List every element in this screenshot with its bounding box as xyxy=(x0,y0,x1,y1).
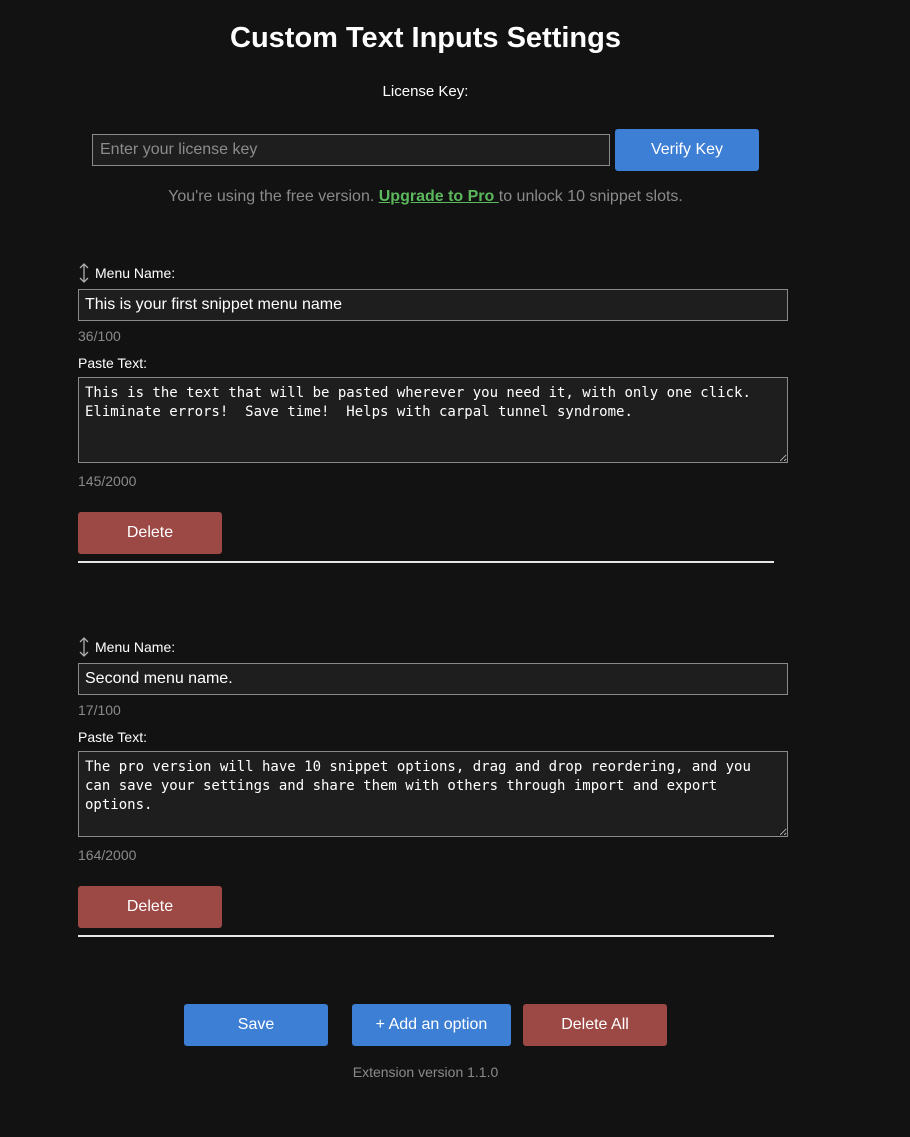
notice-text-after: to unlock 10 snippet slots. xyxy=(498,188,683,205)
delete-snippet-button[interactable]: Delete xyxy=(78,512,222,554)
paste-text-char-count: 164/2000 xyxy=(78,847,137,863)
extension-version: Extension version 1.1.0 xyxy=(352,1064,499,1080)
paste-text-label: Paste Text: xyxy=(78,355,148,371)
delete-snippet-button[interactable]: Delete xyxy=(78,886,222,928)
page-title: Custom Text Inputs Settings xyxy=(230,22,621,54)
menu-name-row: Menu Name: xyxy=(78,636,175,658)
save-button[interactable]: Save xyxy=(184,1004,328,1046)
snippet-item: Menu Name: 17/100 Paste Text: The pro ve… xyxy=(78,636,788,937)
snippet-item: Menu Name: 36/100 Paste Text: This is th… xyxy=(78,262,788,563)
paste-text-label: Paste Text: xyxy=(78,729,148,745)
menu-name-input[interactable] xyxy=(78,289,788,321)
paste-text-textarea[interactable]: The pro version will have 10 snippet opt… xyxy=(78,751,788,837)
menu-name-char-count: 36/100 xyxy=(78,328,121,344)
menu-name-input[interactable] xyxy=(78,663,788,695)
menu-name-label: Menu Name: xyxy=(95,639,176,655)
menu-name-label: Menu Name: xyxy=(95,265,176,281)
license-key-label: License Key: xyxy=(382,83,469,100)
menu-name-row: Menu Name: xyxy=(78,262,175,284)
snippet-divider xyxy=(78,561,774,563)
verify-key-button[interactable]: Verify Key xyxy=(615,129,759,171)
upgrade-to-pro-link[interactable]: Upgrade to Pro xyxy=(379,188,499,205)
drag-handle-icon[interactable] xyxy=(78,636,90,658)
paste-text-char-count: 145/2000 xyxy=(78,473,137,489)
paste-text-textarea[interactable]: This is the text that will be pasted whe… xyxy=(78,377,788,463)
menu-name-char-count: 17/100 xyxy=(78,702,121,718)
notice-text-before: You're using the free version. xyxy=(168,188,379,205)
drag-handle-icon[interactable] xyxy=(78,262,90,284)
add-option-button[interactable]: + Add an option xyxy=(352,1004,511,1046)
snippet-divider xyxy=(78,935,774,937)
settings-page: Custom Text Inputs Settings License Key:… xyxy=(0,0,910,1137)
free-version-notice: You're using the free version. Upgrade t… xyxy=(0,188,851,206)
license-key-input[interactable] xyxy=(92,134,610,166)
delete-all-button[interactable]: Delete All xyxy=(523,1004,667,1046)
